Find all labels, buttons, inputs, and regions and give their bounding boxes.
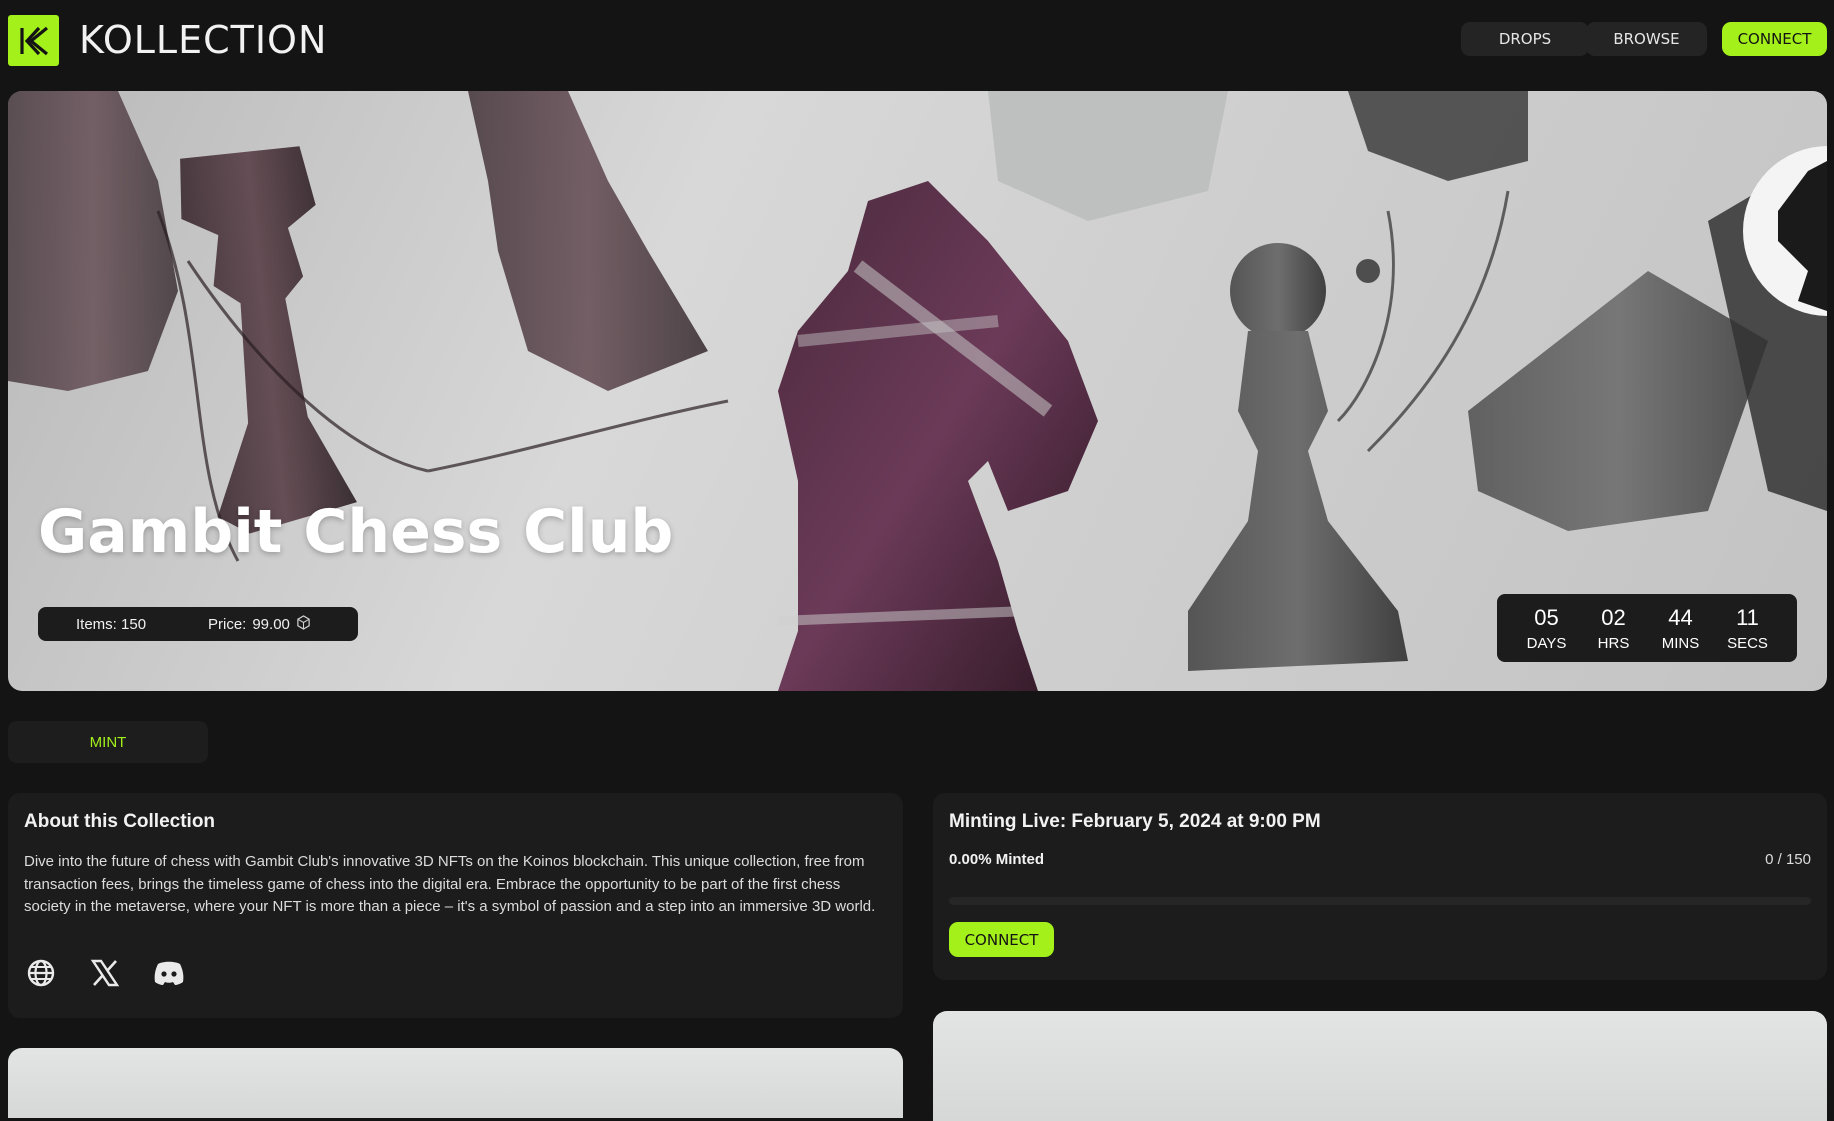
- countdown-minutes-label: MINS: [1661, 634, 1700, 652]
- collection-preview-image-right: [933, 1011, 1827, 1121]
- minting-status-card: Minting Live: February 5, 2024 at 9:00 P…: [933, 793, 1827, 980]
- minting-title: Minting Live: February 5, 2024 at 9:00 P…: [949, 811, 1321, 832]
- discord-icon[interactable]: [152, 956, 186, 990]
- x-twitter-icon[interactable]: [88, 956, 122, 990]
- countdown-minutes-value: 44: [1668, 604, 1693, 630]
- mint-connect-button[interactable]: CONNECT: [949, 922, 1054, 957]
- price-label: Price:: [208, 615, 247, 633]
- brand-name[interactable]: KOLLECTION: [79, 18, 327, 62]
- about-description: Dive into the future of chess with Gambi…: [24, 853, 876, 915]
- collection-stats: Items: 150 Price: 99.00: [38, 607, 358, 641]
- mint-progress-bar: [949, 897, 1811, 905]
- countdown-days-label: DAYS: [1526, 634, 1567, 652]
- countdown-hours-label: HRS: [1597, 634, 1630, 652]
- price-info: Price: 99.00: [208, 614, 311, 634]
- collection-hero-banner: Gambit Chess Club Items: 150 Price: 99.0…: [8, 91, 1827, 691]
- countdown-minutes: 44 MINS: [1651, 605, 1711, 652]
- tab-mint[interactable]: MINT: [8, 721, 208, 763]
- countdown-seconds-value: 11: [1736, 604, 1759, 630]
- top-nav-bar: KOLLECTION DROPS BROWSE CONNECT: [0, 0, 1834, 82]
- nav-drops-button[interactable]: DROPS: [1461, 22, 1589, 56]
- minted-count: 0 / 150: [1765, 851, 1811, 868]
- connect-wallet-button[interactable]: CONNECT: [1722, 22, 1827, 56]
- countdown-days: 05 DAYS: [1517, 605, 1577, 652]
- nav-browse-button[interactable]: BROWSE: [1586, 22, 1707, 56]
- collection-title: Gambit Chess Club: [38, 497, 674, 567]
- collection-preview-image-left: [8, 1048, 903, 1118]
- countdown-seconds: 11 SECS: [1718, 605, 1778, 652]
- countdown-hours-value: 02: [1601, 604, 1626, 630]
- koinos-token-icon: [296, 614, 311, 634]
- mint-countdown-timer: 05 DAYS 02 HRS 44 MINS 11 SECS: [1497, 594, 1797, 662]
- minted-percentage: 0.00% Minted: [949, 851, 1045, 868]
- globe-icon[interactable]: [24, 956, 58, 990]
- countdown-hours: 02 HRS: [1584, 605, 1644, 652]
- about-title: About this Collection: [24, 811, 216, 832]
- countdown-seconds-label: SECS: [1727, 634, 1768, 652]
- countdown-days-value: 05: [1534, 604, 1559, 630]
- kollection-logo-icon[interactable]: [8, 15, 59, 66]
- price-value: 99.00: [252, 615, 290, 633]
- items-count: Items: 150: [76, 615, 147, 633]
- about-collection-card: About this Collection Dive into the futu…: [8, 793, 903, 1018]
- social-links: [24, 956, 186, 990]
